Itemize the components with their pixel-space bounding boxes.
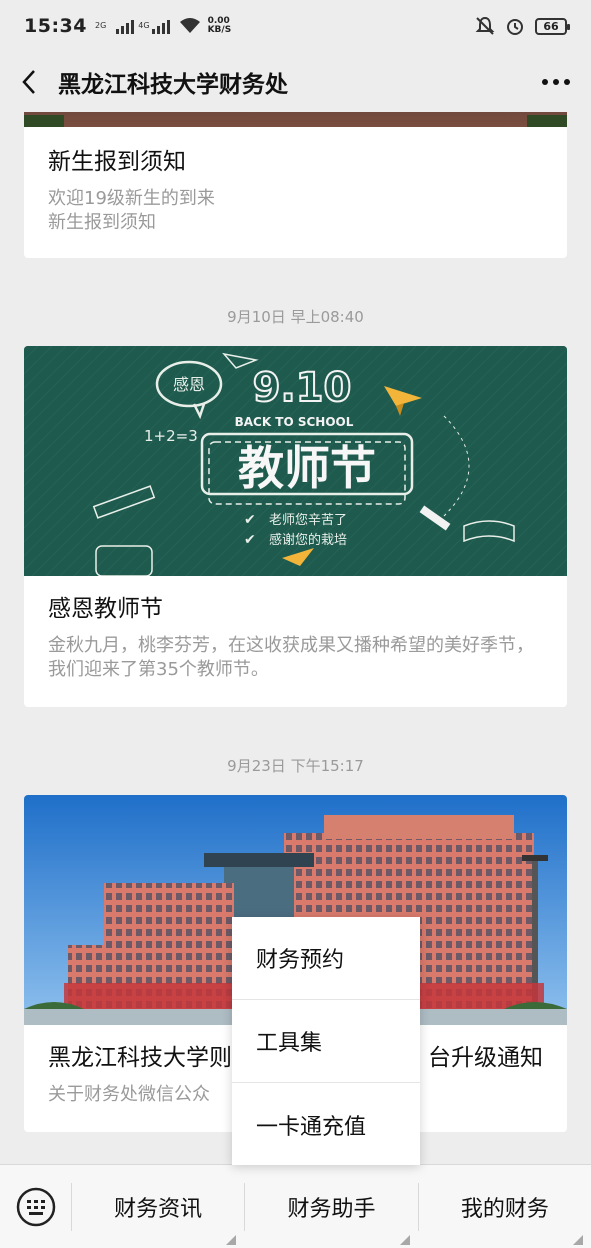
back-button[interactable] bbox=[0, 52, 58, 112]
article-card[interactable]: 新生报到须知 欢迎19级新生的到来 新生报到须知 bbox=[24, 112, 567, 258]
submenu-indicator-icon bbox=[399, 1234, 410, 1245]
svg-text:✔: ✔ bbox=[244, 532, 256, 548]
main-title-text: 教师节 bbox=[238, 441, 376, 495]
alarm-icon bbox=[507, 19, 523, 35]
signal-label-2g: 2G bbox=[94, 21, 107, 30]
mute-bell-icon bbox=[475, 16, 495, 35]
message-timestamp: 9月23日 下午15:17 bbox=[227, 757, 364, 775]
check-line-2: 感谢您的栽培 bbox=[269, 532, 347, 548]
menu-item-finance-assistant[interactable]: 财务助手 bbox=[245, 1182, 419, 1245]
formula-text: 1+2=3 bbox=[144, 427, 198, 445]
article-digest: 金秋九月，桃李芬芳，在这收获成果又播种希望的美好季节，我们迎来了第35个教师节。 bbox=[48, 635, 534, 680]
back-chevron-icon bbox=[22, 70, 35, 94]
menu-item-label: 财务资讯 bbox=[114, 1196, 203, 1222]
more-dots-icon bbox=[542, 79, 570, 85]
article-title: 新生报到须知 bbox=[48, 149, 186, 175]
bottom-menu-bar: 财务资讯 财务助手 我的财务 bbox=[0, 1164, 591, 1248]
article-digest: 新生报到须知 bbox=[48, 212, 156, 233]
status-bar: 15:34 2G 4G 0.00 KB/S 66 bbox=[0, 0, 591, 52]
submenu-item-tools[interactable]: 工具集 bbox=[232, 1000, 420, 1083]
battery-icon: 66 bbox=[535, 17, 570, 35]
keyboard-toggle-button[interactable] bbox=[0, 1182, 72, 1231]
menu-item-my-finance[interactable]: 我的财务 bbox=[419, 1183, 591, 1245]
article-title: 黑龙江科技大学则 bbox=[48, 1045, 232, 1071]
keyboard-icon bbox=[16, 1187, 55, 1226]
battery-level: 66 bbox=[543, 19, 559, 33]
more-button[interactable] bbox=[521, 52, 591, 112]
submenu-item-appointment[interactable]: 财务预约 bbox=[232, 917, 420, 1000]
check-line-1: 老师您辛苦了 bbox=[269, 512, 347, 528]
page-title: 黑龙江科技大学财务处 bbox=[58, 72, 288, 98]
submenu-indicator-icon bbox=[572, 1234, 583, 1245]
article-title-tail: 台升级通知 bbox=[428, 1045, 543, 1071]
svg-text:✔: ✔ bbox=[244, 512, 256, 528]
article-title: 感恩教师节 bbox=[48, 596, 163, 622]
menu-item-label: 财务助手 bbox=[287, 1196, 376, 1222]
net-speed-unit: KB/S bbox=[207, 25, 232, 35]
submenu-popup: 财务预约 工具集 一卡通充值 bbox=[232, 917, 420, 1165]
article-cover-image bbox=[24, 112, 567, 127]
date-text: 9.10 bbox=[253, 365, 352, 411]
nav-bar: 黑龙江科技大学财务处 bbox=[0, 52, 591, 112]
message-timestamp: 9月10日 早上08:40 bbox=[227, 308, 364, 326]
menu-item-finance-news[interactable]: 财务资讯 bbox=[72, 1182, 246, 1245]
badge-text: 感恩 bbox=[173, 375, 205, 394]
wifi-icon bbox=[179, 18, 200, 33]
article-cover-image: 感恩 1+2=3 9.10 BACK TO SCHOOL 教师节 ✔ 老师您辛苦… bbox=[24, 346, 567, 576]
signal-icon bbox=[116, 18, 135, 34]
back-to-school-text: BACK TO SCHOOL bbox=[235, 415, 354, 429]
submenu-indicator-icon bbox=[226, 1234, 237, 1245]
menu-item-label: 我的财务 bbox=[460, 1196, 549, 1222]
submenu-item-card-recharge[interactable]: 一卡通充值 bbox=[232, 1083, 420, 1166]
chalkboard-illustration: 感恩 1+2=3 9.10 BACK TO SCHOOL 教师节 ✔ 老师您辛苦… bbox=[24, 346, 567, 576]
article-digest: 欢迎19级新生的到来 bbox=[48, 188, 215, 209]
clock: 15:34 bbox=[24, 15, 87, 37]
article-card[interactable]: 感恩 1+2=3 9.10 BACK TO SCHOOL 教师节 ✔ 老师您辛苦… bbox=[24, 346, 567, 707]
signal-icon bbox=[151, 18, 170, 34]
signal-label-4g: 4G bbox=[138, 21, 150, 30]
